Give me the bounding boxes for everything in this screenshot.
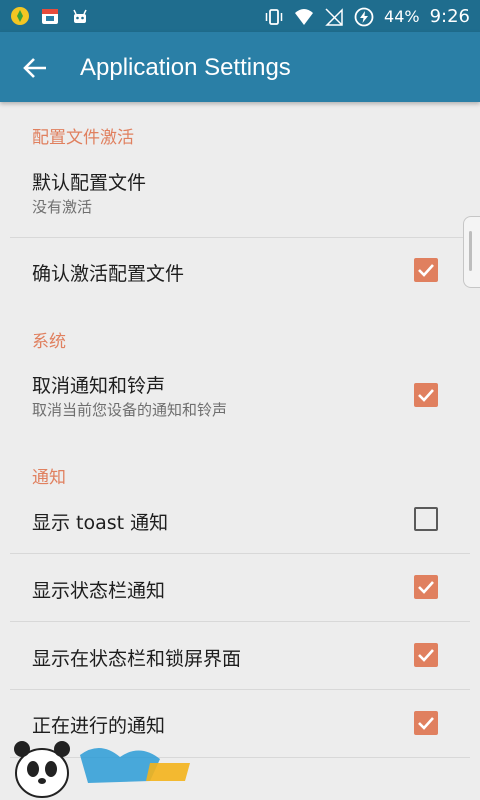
calendar-icon <box>42 9 58 24</box>
section-header-profile: 配置文件激活 <box>32 128 134 148</box>
battery-percent: 44% <box>384 7 420 26</box>
divider <box>10 689 470 690</box>
confirm-activation-checkbox[interactable] <box>414 258 438 282</box>
app-toolbar: Application Settings <box>0 32 480 102</box>
show-statusbar-title[interactable]: 显示状态栏通知 <box>32 576 165 603</box>
android-icon <box>73 9 87 23</box>
watermark-logo <box>14 741 190 798</box>
checkmark-icon <box>418 649 434 662</box>
default-profile-subtitle: 没有激活 <box>32 198 93 216</box>
checkmark-icon <box>418 717 434 730</box>
status-bar: 44% 9:26 <box>0 0 480 32</box>
divider <box>10 553 470 554</box>
show-toast-checkbox[interactable] <box>414 507 438 531</box>
checkmark-icon <box>418 581 434 594</box>
checkmark-icon <box>418 389 434 402</box>
default-profile-title[interactable]: 默认配置文件 <box>32 168 146 195</box>
page-title: Application Settings <box>80 54 291 81</box>
cancel-notifications-checkbox[interactable] <box>414 383 438 407</box>
cancel-notifications-subtitle: 取消当前您设备的通知和铃声 <box>32 401 228 419</box>
divider <box>10 237 470 238</box>
battery-icon <box>354 7 374 26</box>
show-statusbar-lockscreen-title[interactable]: 显示在状态栏和锁屏界面 <box>32 644 241 671</box>
edge-drawer-handle[interactable] <box>463 216 480 288</box>
section-header-notifications: 通知 <box>32 468 66 488</box>
show-statusbar-checkbox[interactable] <box>414 575 438 599</box>
clock: 9:26 <box>429 6 470 27</box>
ongoing-notification-checkbox[interactable] <box>414 711 438 735</box>
status-bar-left-icons <box>10 6 90 26</box>
show-statusbar-lockscreen-checkbox[interactable] <box>414 643 438 667</box>
back-arrow-icon[interactable] <box>20 52 52 84</box>
confirm-activation-title[interactable]: 确认激活配置文件 <box>32 259 184 286</box>
ongoing-notification-title[interactable]: 正在进行的通知 <box>32 711 165 738</box>
cancel-notifications-title[interactable]: 取消通知和铃声 <box>32 371 165 398</box>
no-signal-icon <box>325 7 343 26</box>
wifi-icon <box>295 8 314 25</box>
checkmark-icon <box>418 264 434 277</box>
show-toast-title[interactable]: 显示 toast 通知 <box>32 508 168 535</box>
section-header-system: 系统 <box>32 332 66 352</box>
divider <box>10 621 470 622</box>
app-icon-1 <box>11 7 29 25</box>
vibrate-icon <box>265 8 283 25</box>
status-bar-right-icons: 44% 9:26 <box>264 6 470 27</box>
